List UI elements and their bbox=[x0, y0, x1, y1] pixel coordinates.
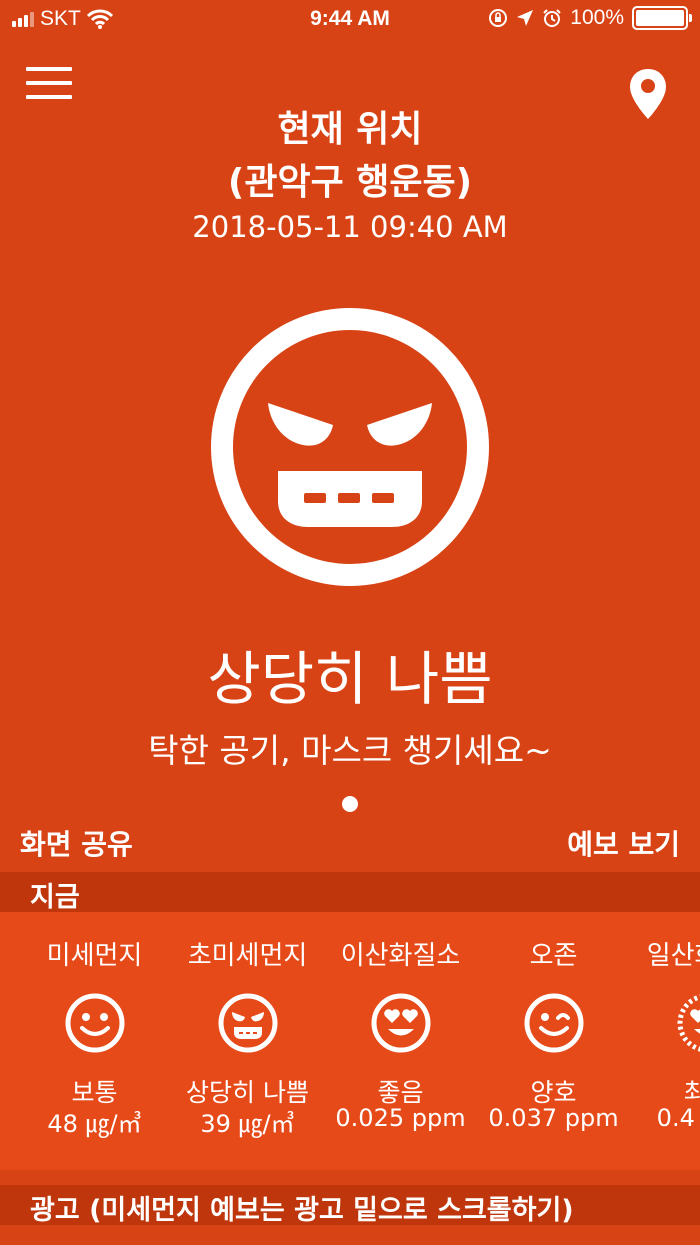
metric-name: 일산화탄소 bbox=[646, 941, 700, 971]
metric-value: 0.025 ppm bbox=[335, 1104, 466, 1132]
air-quality-status: 상당히 나쁨 bbox=[207, 645, 493, 713]
ad-section-title: 광고 (미세먼지 예보는 광고 밑으로 스크롤하기) bbox=[30, 1195, 574, 1226]
metric-name: 이산화질소 bbox=[340, 941, 461, 971]
share-screen-button[interactable]: 화면 공유 bbox=[20, 823, 133, 863]
smile-face-icon bbox=[65, 993, 125, 1053]
metric-name: 오존 bbox=[529, 941, 578, 971]
angry-face-icon bbox=[218, 993, 278, 1053]
location-title: 현재 위치 bbox=[277, 109, 423, 150]
metric-name: 미세먼지 bbox=[46, 941, 143, 971]
now-section-header: 지금 bbox=[0, 872, 700, 913]
page-indicator-dot bbox=[342, 796, 358, 812]
status-right: 100% bbox=[488, 6, 692, 30]
rotation-lock-icon bbox=[489, 9, 508, 27]
location-district: (관악구 행운동) bbox=[227, 162, 473, 203]
angry-face-icon bbox=[211, 308, 489, 586]
hamburger-menu-button[interactable] bbox=[26, 67, 72, 103]
metric-value: 0.037 ppm bbox=[488, 1104, 619, 1132]
battery-percent: 100% bbox=[570, 6, 624, 29]
metrics-panel[interactable]: 미세먼지 보통 48 ㎍/㎥ 초미세먼지 상당히 나쁨 39 ㎍/㎥ 이산화질소 bbox=[0, 912, 700, 1170]
air-quality-message: 탁한 공기, 마스크 챙기세요~ bbox=[148, 731, 552, 770]
ad-section-header: 광고 (미세먼지 예보는 광고 밑으로 스크롤하기) bbox=[0, 1185, 700, 1226]
metric-value: 0.4 ppm bbox=[656, 1104, 700, 1132]
metric-name: 초미세먼지 bbox=[187, 941, 308, 971]
status-bar: SKT 9:44 AM 100% bbox=[0, 0, 700, 38]
heart-eyes-face-icon bbox=[677, 994, 700, 1052]
alarm-icon bbox=[543, 9, 561, 27]
view-forecast-button[interactable]: 예보 보기 bbox=[567, 823, 680, 863]
battery-icon bbox=[632, 6, 692, 30]
location-arrow-icon bbox=[517, 10, 534, 26]
metric-value: 39 ㎍/㎥ bbox=[200, 1110, 295, 1138]
metric-value: 48 ㎍/㎥ bbox=[47, 1110, 142, 1138]
wink-face-icon bbox=[524, 993, 584, 1053]
now-section-title: 지금 bbox=[30, 882, 80, 913]
measurement-datetime: 2018-05-11 09:40 AM bbox=[192, 210, 508, 244]
heart-eyes-face-icon bbox=[371, 993, 431, 1053]
